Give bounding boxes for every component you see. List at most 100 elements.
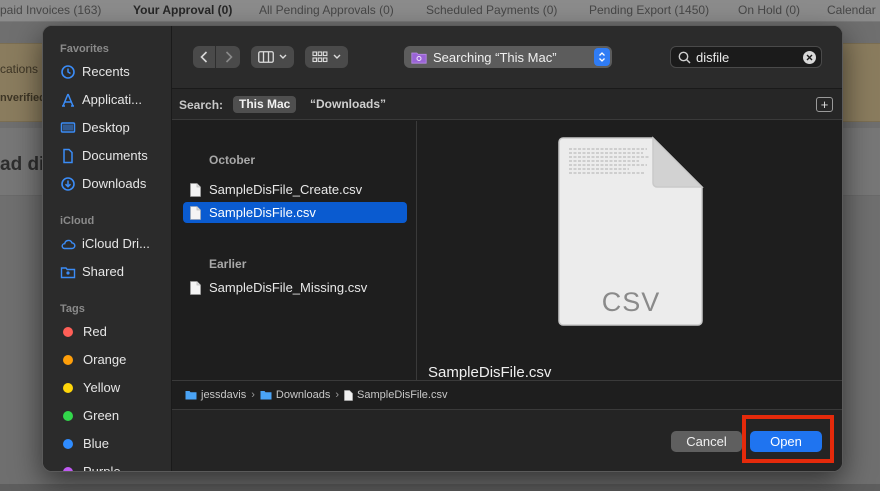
sidebar-item-label: Recents — [82, 64, 130, 79]
sidebar-item-shared[interactable]: Shared — [60, 261, 168, 283]
tag-blue-dot — [63, 438, 73, 449]
group-header-earlier: Earlier — [209, 257, 247, 271]
file-icon — [190, 182, 201, 197]
preview-file-name: SampleDisFile.csv — [428, 364, 552, 381]
sidebar-tag-purple[interactable]: Purple — [60, 461, 168, 471]
breadcrumb-downloads[interactable]: Downloads — [260, 389, 330, 401]
document-icon — [60, 148, 76, 164]
sidebar-tag-green[interactable]: Green — [60, 405, 168, 427]
search-scope-bar: Search: This Mac “Downloads” + — [172, 88, 842, 120]
sidebar-item-label: iCloud Dri... — [82, 236, 150, 251]
columns-view-icon — [258, 51, 274, 63]
background-notice-text: cations — [0, 62, 39, 76]
sidebar-tag-label: Blue — [83, 436, 110, 451]
sidebar-tag-label: Green — [83, 408, 120, 423]
tag-yellow-dot — [63, 382, 73, 393]
cancel-button[interactable]: Cancel — [671, 431, 742, 452]
bg-tab-scheduled: Scheduled Payments (0) — [426, 3, 558, 17]
sidebar-item-recents[interactable]: Recents — [60, 61, 168, 83]
scope-downloads-button[interactable]: “Downloads” — [310, 97, 386, 111]
chevron-left-icon — [200, 51, 208, 63]
sidebar-tag-yellow[interactable]: Yellow — [60, 377, 168, 399]
list-item-selected[interactable]: SampleDisFile.csv — [183, 202, 407, 223]
location-label: Searching “This Mac” — [433, 49, 557, 65]
bg-tab-your-approval: Your Approval (0) — [133, 3, 233, 17]
sidebar-tag-blue[interactable]: Blue — [60, 433, 168, 455]
sidebar-item-label: Desktop — [82, 120, 130, 135]
back-button[interactable] — [193, 46, 216, 68]
list-item[interactable]: SampleDisFile_Missing.csv — [183, 277, 407, 298]
sidebar-item-desktop[interactable]: Desktop — [60, 117, 168, 139]
tag-green-dot — [63, 410, 73, 421]
search-results-list: October SampleDisFile_Create.csv SampleD… — [172, 121, 417, 380]
dialog-footer: Cancel Open — [172, 410, 842, 471]
sidebar-item-label: Documents — [82, 148, 148, 163]
search-field[interactable] — [670, 46, 822, 68]
toolbar: Searching “This Mac” — [172, 26, 842, 88]
sidebar-item-downloads[interactable]: Downloads — [60, 173, 168, 195]
path-bar: jessdavis › Downloads › SampleDisFile.cs… — [172, 380, 842, 410]
breadcrumb-label: Downloads — [275, 389, 331, 401]
location-stepper[interactable] — [594, 48, 610, 66]
search-folder-icon — [411, 52, 427, 64]
chevron-right-icon — [225, 51, 233, 63]
forward-button[interactable] — [217, 46, 240, 68]
bg-tab-paid-invoices: paid Invoices (163) — [0, 3, 102, 17]
breadcrumb-separator-icon: › — [335, 389, 340, 401]
chevron-down-icon — [333, 54, 341, 59]
shared-folder-icon — [60, 264, 76, 280]
breadcrumb-file[interactable]: SampleDisFile.csv — [344, 389, 447, 401]
sidebar-tag-label: Orange — [83, 352, 127, 367]
sidebar-item-applications[interactable]: Applicati... — [60, 89, 168, 111]
sidebar-item-documents[interactable]: Documents — [60, 145, 168, 167]
breadcrumb-home[interactable]: jessdavis — [185, 389, 246, 401]
tag-red-dot — [63, 326, 73, 337]
grid-icon — [312, 51, 328, 63]
sidebar-tag-label: Red — [83, 324, 107, 339]
group-header-october: October — [209, 153, 256, 167]
open-button[interactable]: Open — [750, 431, 822, 452]
sidebar-section-icloud: iCloud — [60, 215, 95, 227]
breadcrumb-label: jessdavis — [201, 389, 247, 401]
folder-icon — [185, 390, 197, 400]
sidebar-item-icloud-drive[interactable]: iCloud Dri... — [60, 233, 168, 255]
up-down-chevron-icon — [599, 52, 605, 62]
sidebar-item-label: Applicati... — [82, 92, 142, 107]
sidebar-section-favorites: Favorites — [60, 43, 109, 55]
sidebar-tag-orange[interactable]: Orange — [60, 349, 168, 371]
list-item[interactable]: SampleDisFile_Create.csv — [183, 179, 407, 200]
sidebar-tag-red[interactable]: Red — [60, 321, 168, 343]
navigation-buttons — [193, 46, 240, 68]
folder-icon — [260, 390, 272, 400]
sidebar-item-label: Shared — [82, 264, 124, 279]
preview-pane: CSV SampleDisFile.csv — [418, 121, 842, 381]
file-icon — [344, 390, 353, 401]
group-by-button[interactable] — [305, 46, 348, 68]
file-name: SampleDisFile_Create.csv — [209, 182, 363, 197]
background-tab-bar: paid Invoices (163) Your Approval (0) Al… — [0, 0, 880, 22]
sidebar-tag-label: Yellow — [83, 380, 121, 395]
add-criteria-button[interactable]: + — [816, 97, 833, 112]
bg-tab-pending-export: Pending Export (1450) — [589, 3, 710, 17]
close-icon — [806, 54, 813, 61]
breadcrumb-separator-icon: › — [251, 389, 255, 401]
location-popup[interactable]: Searching “This Mac” — [404, 46, 612, 68]
cloud-icon — [60, 236, 76, 252]
desktop-icon — [60, 120, 76, 136]
file-icon — [190, 280, 201, 295]
tag-purple-dot — [63, 466, 73, 471]
download-icon — [60, 176, 76, 192]
clear-search-button[interactable] — [803, 51, 816, 64]
main-pane: Searching “This Mac” Search: This Mac “D… — [172, 26, 842, 471]
applications-icon — [60, 92, 76, 108]
tag-orange-dot — [63, 354, 73, 365]
view-mode-button[interactable] — [251, 46, 294, 68]
file-name: SampleDisFile.csv — [209, 205, 316, 220]
file-icon — [190, 205, 201, 220]
scope-this-mac-button[interactable]: This Mac — [233, 96, 297, 113]
sidebar-section-tags: Tags — [60, 303, 85, 315]
search-input[interactable] — [696, 49, 796, 65]
sidebar-item-label: Downloads — [82, 176, 147, 191]
preview-file-type: CSV — [601, 287, 661, 317]
bg-tab-on-hold: On Hold (0) — [738, 3, 801, 17]
